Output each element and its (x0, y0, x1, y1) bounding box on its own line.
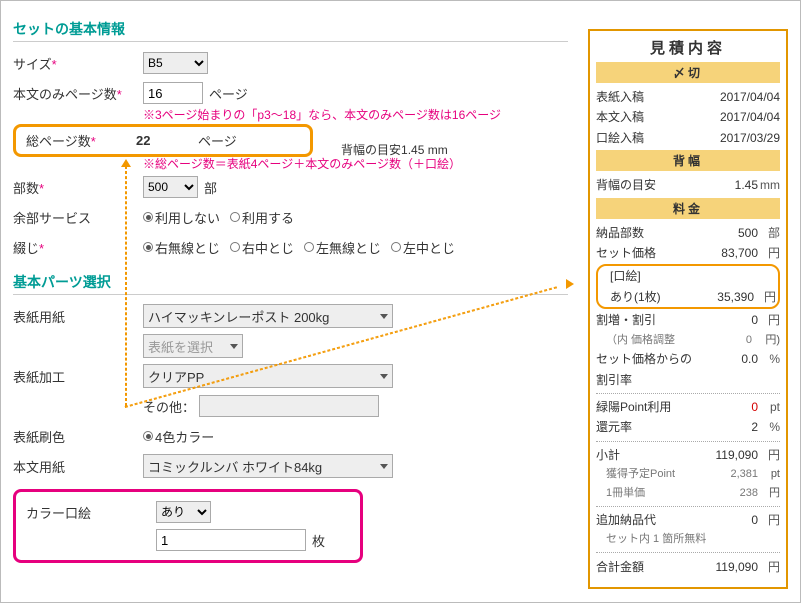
bind-radio-0[interactable]: 右無線とじ (143, 238, 220, 257)
bind-label: 綴じ (13, 241, 39, 256)
disc-val: 0.0 (696, 349, 758, 390)
spine-val: 1.45 (696, 175, 758, 195)
kuchie-sheets-unit: 枚 (312, 531, 325, 550)
bodypages-note: ※3ページ始まりの「p3〜18」なら、本文のみページ数は16ページ (143, 108, 568, 124)
due-kuchie-label: 口絵入稿 (596, 128, 720, 148)
totalpages-value: 22 (136, 133, 196, 148)
extra-label: 余部サービス (13, 208, 143, 227)
estimate-subh-spine: 背幅 (596, 150, 780, 171)
covercolor-radio[interactable]: 4色カラー (143, 427, 214, 446)
copies-label: 部数 (13, 181, 39, 196)
setprice-label: セット価格 (596, 243, 696, 263)
total-val: 119,090 (696, 557, 758, 577)
size-select[interactable]: B5 (143, 52, 208, 74)
section-basic-info: セットの基本情報 (13, 19, 568, 39)
bind-radio-3[interactable]: 左中とじ (391, 238, 455, 257)
kuchie-highlight: カラー口絵 あり 枚 (13, 489, 363, 563)
size-label: サイズ* (13, 54, 143, 73)
bodypages-input[interactable] (143, 82, 203, 104)
point-use-val: 0 (696, 397, 758, 417)
subtotal-label: 小計 (596, 445, 696, 465)
spine-unit: mm (758, 175, 780, 195)
spine-label: 背幅の目安 (596, 175, 696, 195)
estimate-title: 見積内容 (596, 37, 780, 58)
subtotal-val: 119,090 (696, 445, 758, 465)
kuchie-hdr: [口絵] (610, 266, 776, 286)
coverproc-label: 表紙加工 (13, 367, 143, 386)
totalpages-note: ※総ページ数＝表紙4ページ＋本文のみページ数（＋口絵） (143, 157, 568, 173)
coverpaper-select[interactable]: ハイマッキンレーポスト 200kg (143, 304, 393, 328)
due-kuchie-val: 2017/03/29 (720, 128, 780, 148)
setprice-val: 83,700 (696, 243, 758, 263)
chevron-down-icon (230, 344, 238, 349)
chevron-down-icon (380, 314, 388, 319)
point-use-label: 緑陽Point利用 (596, 397, 696, 417)
estimate-subh-due: 〆切 (596, 62, 780, 83)
bodypages-unit: ページ (209, 84, 248, 103)
kuchie-label: カラー口絵 (26, 503, 156, 522)
due-cover-label: 表紙入稿 (596, 87, 720, 107)
coverproc-other-input (199, 395, 379, 417)
bind-radio-2[interactable]: 左無線とじ (304, 238, 381, 257)
arrowhead-icon (121, 159, 131, 167)
bodypaper-select[interactable]: コミックルンバ ホワイト84kg (143, 454, 393, 478)
covercolor-label: 表紙刷色 (13, 427, 143, 446)
bind-radio-1[interactable]: 右中とじ (230, 238, 294, 257)
callout-arrow-vert (125, 166, 127, 406)
due-body-label: 本文入稿 (596, 107, 720, 127)
bodypages-label: 本文のみページ数* (13, 84, 143, 103)
kuchie-price-highlight: [口絵] あり(1枚)35,390円 (596, 264, 780, 309)
extra-ship-label: 追加納品代 (596, 510, 696, 530)
due-body-val: 2017/04/04 (720, 107, 780, 127)
estimate-panel: 見積内容 〆切 表紙入稿2017/04/04 本文入稿2017/04/04 口絵… (588, 29, 788, 589)
estimate-subh-price: 料金 (596, 198, 780, 219)
arrowhead-icon (566, 279, 574, 289)
chevron-down-icon (380, 464, 388, 469)
due-cover-val: 2017/04/04 (720, 87, 780, 107)
redeem-label: 還元率 (596, 417, 696, 437)
kuchie-select[interactable]: あり (156, 501, 211, 523)
kuchie-sheets-input[interactable] (156, 529, 306, 551)
coverpaper-label: 表紙用紙 (13, 307, 143, 326)
totalpages-label: 総ページ数 (26, 134, 91, 149)
deliver-label: 納品部数 (596, 223, 696, 243)
copies-unit: 部 (204, 178, 217, 197)
extra-ship-val: 0 (696, 510, 758, 530)
total-label: 合計金額 (596, 557, 696, 577)
disc-label: セット価格からの割引率 (596, 349, 696, 390)
adj-val: 0 (696, 310, 758, 330)
totalpages-unit: ページ (198, 131, 237, 150)
section-parts: 基本パーツ選択 (13, 272, 568, 292)
spine-hint: 背幅の目安1.45 mm (341, 141, 448, 158)
totalpages-highlight: 総ページ数* 22 ページ (13, 124, 313, 157)
deliver-val: 500 (696, 223, 758, 243)
kuchie-price-val: 35,390 (692, 287, 754, 307)
chevron-down-icon (380, 374, 388, 379)
copies-select[interactable]: 500 (143, 176, 198, 198)
adj-label: 割増・割引 (596, 310, 696, 330)
bodypaper-label: 本文用紙 (13, 457, 143, 476)
coverpaper-sub-select[interactable]: 表紙を選択 (143, 334, 243, 358)
redeem-val: 2 (696, 417, 758, 437)
extra-radio-no[interactable]: 利用しない (143, 208, 220, 227)
extra-radio-yes[interactable]: 利用する (230, 208, 294, 227)
kuchie-line: あり(1枚) (610, 287, 692, 307)
